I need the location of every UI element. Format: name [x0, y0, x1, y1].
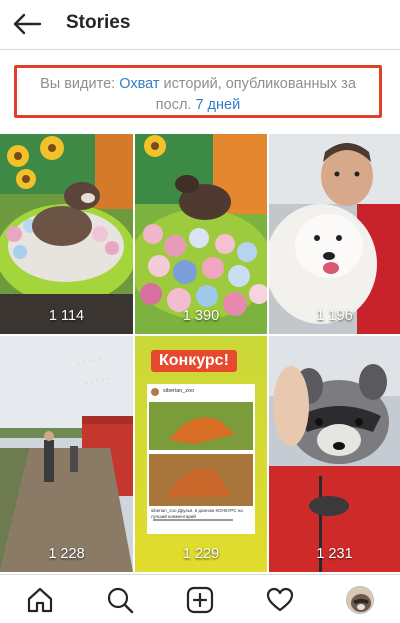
top-bar: Stories	[0, 0, 400, 50]
post-username: siberian_zoo	[163, 388, 195, 394]
story-tile[interactable]: 1 231	[269, 336, 400, 572]
story-thumbnail: · · · · · · · · · ·	[0, 336, 133, 572]
post-caption: siberian_zoo Друзья, в данном КОНКУРС на…	[151, 508, 251, 519]
stories-grid: 1 114 1 390 1 196 · · · · · · · · · · 1 …	[0, 134, 400, 572]
story-reach-count: 1 114	[48, 308, 85, 324]
nav-home[interactable]	[24, 585, 56, 615]
filter-summary: Вы видите: Охват историй, опубликованных…	[0, 51, 400, 133]
story-reach-count: 1 390	[182, 308, 220, 324]
filter-prefix: Вы видите:	[40, 76, 120, 92]
page-title: Stories	[66, 12, 131, 33]
period-filter-link[interactable]: 7 дней	[195, 97, 240, 113]
story-thumbnail	[0, 134, 133, 334]
story-tile[interactable]: 1 390	[135, 134, 267, 334]
story-tile[interactable]: Конкурс! siberian_zoo siberian_zoo Друзь…	[135, 336, 267, 572]
raccoon-avatar-icon	[347, 587, 373, 613]
home-icon	[27, 587, 53, 613]
story-tile[interactable]: 1 114	[0, 134, 133, 334]
search-icon	[107, 587, 134, 614]
story-reach-count: 1 228	[48, 546, 85, 562]
nav-search[interactable]	[104, 585, 136, 615]
bottom-navigation	[0, 574, 400, 623]
nav-profile[interactable]	[344, 585, 376, 615]
nav-add-post[interactable]	[184, 585, 216, 615]
arrow-left-icon	[13, 13, 42, 35]
add-post-icon	[186, 586, 214, 614]
story-reach-count: 1 196	[316, 308, 353, 324]
story-thumbnail	[269, 134, 400, 334]
heart-icon	[266, 587, 294, 612]
back-button[interactable]	[10, 8, 44, 40]
filter-middle-text: историй, опубликованных за посл.	[155, 76, 356, 113]
filter-summary-box: Вы видите: Охват историй, опубликованных…	[14, 65, 382, 118]
contest-banner: Конкурс!	[151, 350, 237, 372]
story-tile[interactable]: · · · · · · · · · · 1 228	[0, 336, 133, 572]
story-tile[interactable]: 1 196	[269, 134, 400, 334]
story-thumbnail	[269, 336, 400, 572]
nav-activity[interactable]	[264, 585, 296, 615]
story-reach-count: 1 231	[316, 546, 353, 562]
metric-filter-link[interactable]: Охват	[119, 76, 159, 92]
story-reach-count: 1 229	[182, 546, 220, 562]
story-thumbnail	[135, 134, 267, 334]
profile-avatar	[346, 586, 374, 614]
